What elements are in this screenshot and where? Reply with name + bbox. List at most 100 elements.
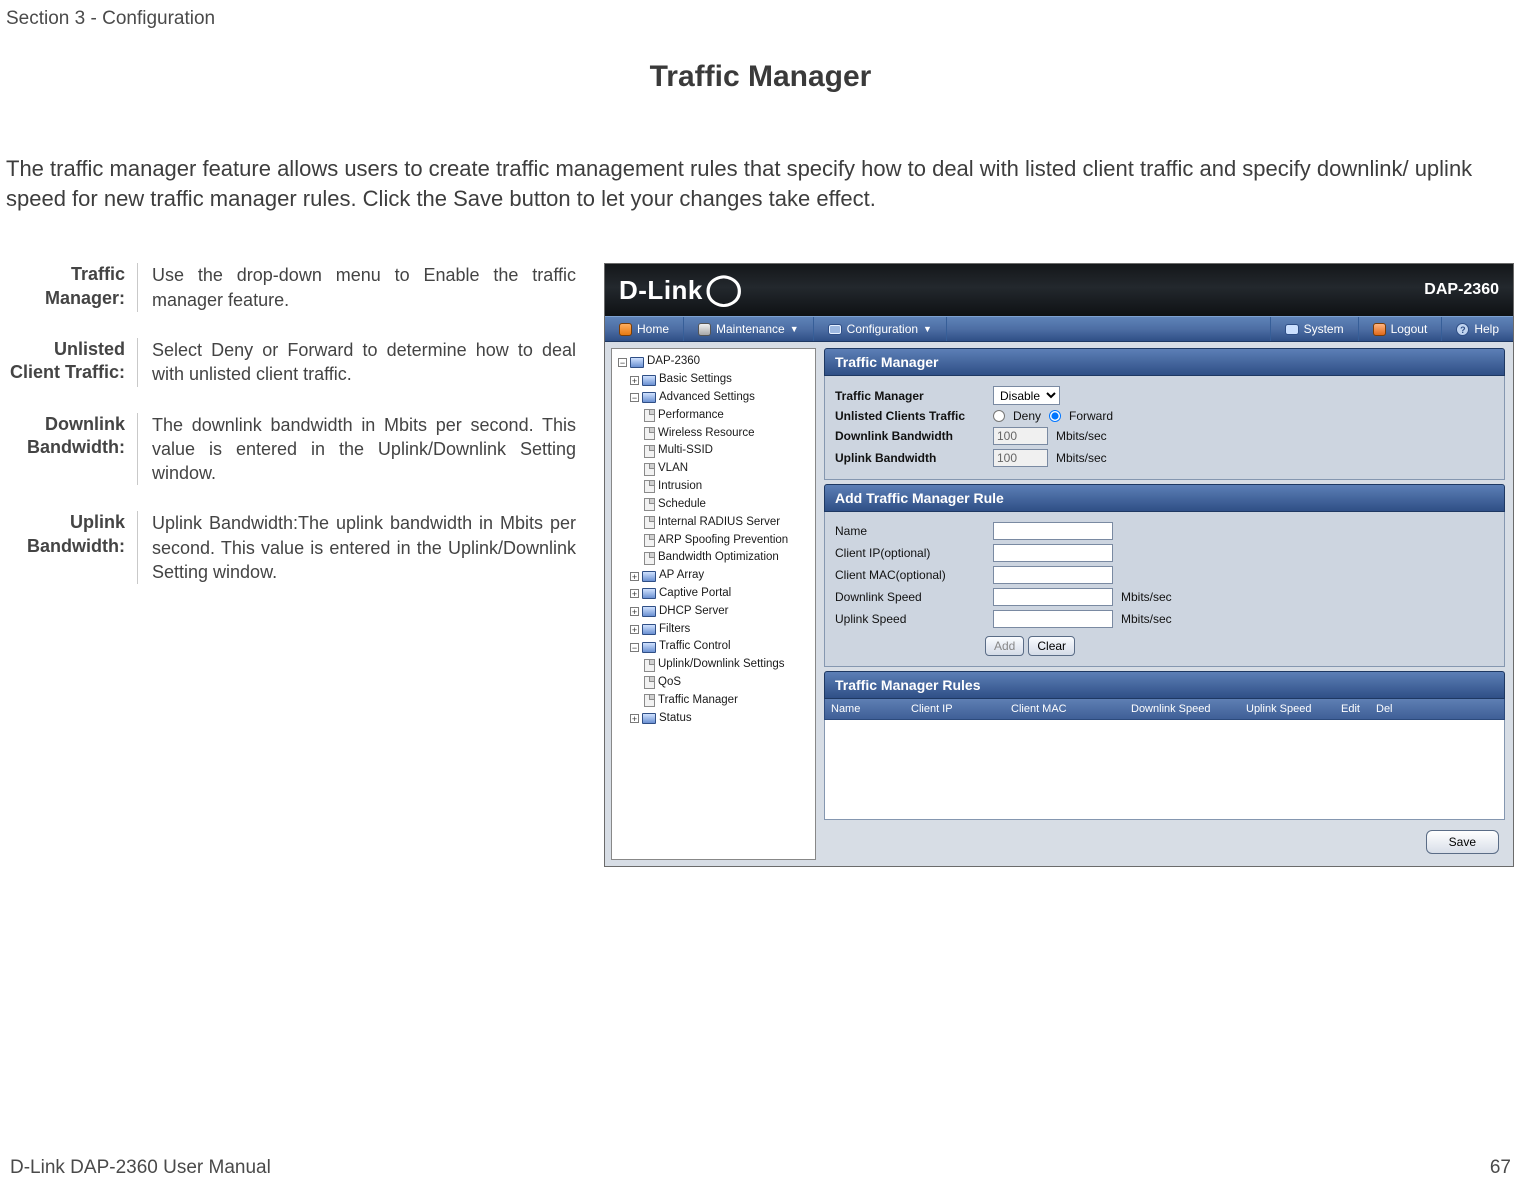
nav-tree: − DAP-2360 + Basic Settings − Advanced Sett… [611,348,816,860]
uplink-speed-input[interactable] [993,610,1113,628]
tree-item-bandwidth-opt[interactable]: Bandwidth Optimization [618,549,811,567]
model-label: DAP-2360 [1424,281,1499,299]
menu-help-label: Help [1474,322,1499,336]
tree-label: Traffic Control [659,638,731,656]
panel-title-traffic-manager: Traffic Manager [824,348,1505,376]
tree-advanced-settings[interactable]: − Advanced Settings [618,389,811,407]
footer-page-number: 67 [1490,1157,1511,1179]
expand-icon[interactable]: + [630,572,639,581]
tree-label: Traffic Manager [658,692,738,710]
tree-captive-portal[interactable]: +Captive Portal [618,585,811,603]
tree-item-uplink-downlink[interactable]: Uplink/Downlink Settings [618,656,811,674]
page-icon [644,552,655,565]
unlisted-deny-radio[interactable] [993,410,1005,422]
document-footer: D-Link DAP-2360 User Manual 67 [0,1157,1521,1179]
menu-maintenance-label: Maintenance [716,322,785,336]
tree-item-intrusion[interactable]: Intrusion [618,478,811,496]
page-title: Traffic Manager [0,60,1521,94]
folder-icon [642,588,656,599]
expand-icon[interactable]: + [630,625,639,634]
panel-title-add-rule: Add Traffic Manager Rule [824,484,1505,512]
menu-maintenance[interactable]: Maintenance ▼ [684,317,814,341]
tree-item-schedule[interactable]: Schedule [618,496,811,514]
tree-label: QoS [658,674,681,692]
definition-label: Traffic Manager: [6,263,138,312]
menu-logout[interactable]: Logout [1359,317,1443,341]
menubar-spacer [947,317,1271,341]
tree-item-qos[interactable]: QoS [618,674,811,692]
page-icon [644,659,655,672]
main-panel: Traffic Manager Traffic Manager Disable … [822,342,1513,866]
definition-row: Downlink Bandwidth: The downlink bandwid… [6,413,576,486]
system-icon [1285,324,1299,335]
tree-dhcp-server[interactable]: +DHCP Server [618,603,811,621]
definition-row: Traffic Manager: Use the drop-down menu … [6,263,576,312]
unlisted-forward-radio[interactable] [1049,410,1061,422]
tree-label: Advanced Settings [659,389,755,407]
definitions-list: Traffic Manager: Use the drop-down menu … [6,263,576,610]
collapse-icon[interactable]: − [630,393,639,402]
definition-value: Uplink Bandwidth:The uplink bandwidth in… [138,511,576,584]
col-client-ip: Client IP [905,699,1005,719]
tree-item-wireless-resource[interactable]: Wireless Resource [618,425,811,443]
menu-system-label: System [1304,322,1344,336]
folder-icon [642,642,656,653]
tree-item-traffic-manager[interactable]: Traffic Manager [618,692,811,710]
collapse-icon[interactable]: − [630,643,639,652]
folder-icon [642,606,656,617]
unit-label: Mbits/sec [1121,590,1172,604]
tree-filters[interactable]: +Filters [618,621,811,639]
tree-traffic-control[interactable]: − Traffic Control [618,638,811,656]
name-input[interactable] [993,522,1113,540]
chevron-down-icon: ▼ [923,324,932,334]
menu-system[interactable]: System [1271,317,1359,341]
tree-label: ARP Spoofing Prevention [658,532,788,550]
menu-help[interactable]: ? Help [1442,317,1513,341]
save-button[interactable]: Save [1426,830,1499,854]
panel-title-rules: Traffic Manager Rules [824,671,1505,699]
definition-value: Select Deny or Forward to determine how … [138,338,576,387]
expand-icon[interactable]: + [630,714,639,723]
page-icon [644,463,655,476]
page-icon [644,498,655,511]
device-icon [630,357,644,368]
traffic-manager-label: Traffic Manager [835,389,985,403]
tree-item-performance[interactable]: Performance [618,407,811,425]
definition-row: Unlisted Client Traffic: Select Deny or … [6,338,576,387]
downlink-speed-input[interactable] [993,588,1113,606]
col-client-mac: Client MAC [1005,699,1125,719]
tree-item-vlan[interactable]: VLAN [618,460,811,478]
traffic-manager-select[interactable]: Disable [993,386,1060,405]
definition-label: Downlink Bandwidth: [6,413,138,486]
expand-icon[interactable]: + [630,607,639,616]
col-uplink-speed: Uplink Speed [1240,699,1335,719]
tree-item-arp-spoofing[interactable]: ARP Spoofing Prevention [618,532,811,550]
tree-basic-settings[interactable]: + Basic Settings [618,371,811,389]
uplink-bw-input [993,449,1048,467]
tree-root[interactable]: − DAP-2360 [618,353,811,371]
folder-icon [642,713,656,724]
client-ip-input[interactable] [993,544,1113,562]
tree-label: Uplink/Downlink Settings [658,656,785,674]
logout-icon [1373,323,1386,336]
tree-item-multi-ssid[interactable]: Multi-SSID [618,442,811,460]
unlisted-clients-label: Unlisted Clients Traffic [835,409,985,423]
home-icon [619,323,632,336]
clear-button[interactable]: Clear [1028,636,1075,656]
client-mac-input[interactable] [993,566,1113,584]
tree-status[interactable]: + Status [618,710,811,728]
uplink-bw-label: Uplink Bandwidth [835,451,985,465]
tree-label: Status [659,710,692,728]
tree-label: Basic Settings [659,371,732,389]
page-icon [644,516,655,529]
menu-home[interactable]: Home [605,317,684,341]
tree-item-radius[interactable]: Internal RADIUS Server [618,514,811,532]
add-button[interactable]: Add [985,636,1024,656]
expand-icon[interactable]: + [630,589,639,598]
expand-icon[interactable]: + [630,376,639,385]
tree-ap-array[interactable]: +AP Array [618,567,811,585]
tree-root-label: DAP-2360 [647,353,700,371]
collapse-icon[interactable]: − [618,358,627,367]
menu-configuration[interactable]: Configuration ▼ [814,317,947,341]
page-icon [644,480,655,493]
